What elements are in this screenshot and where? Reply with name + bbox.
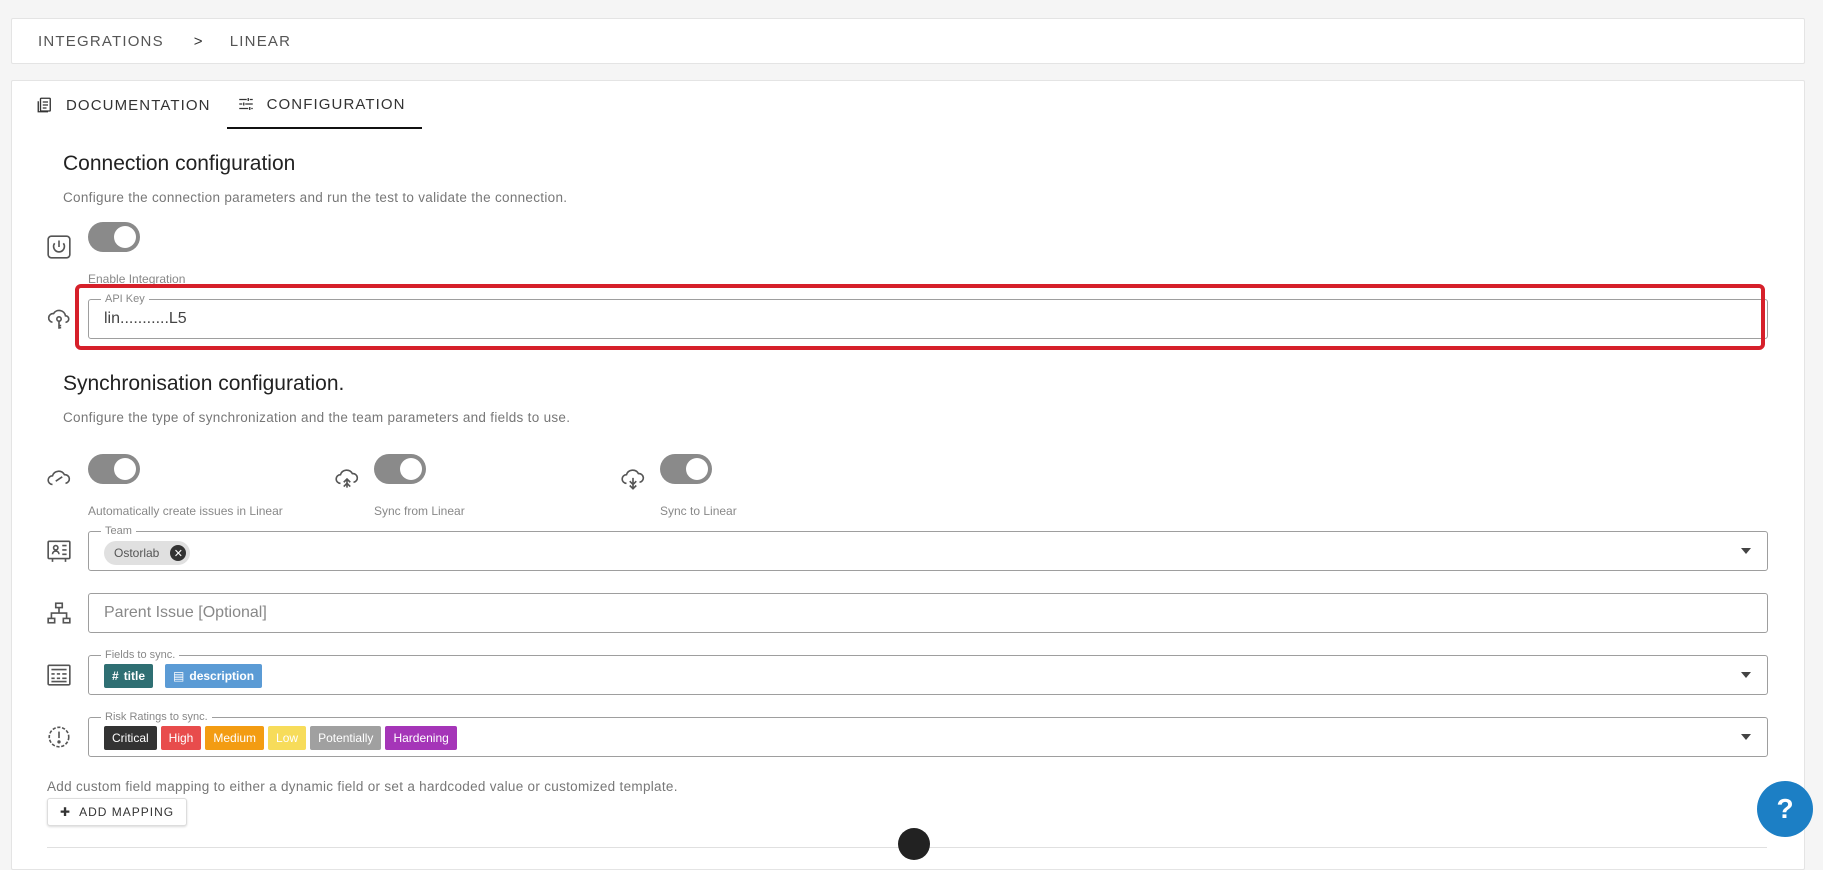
field-chip-label: title	[123, 669, 146, 683]
tab-configuration-label: CONFIGURATION	[266, 95, 406, 113]
risk-legend: Risk Ratings to sync.	[101, 710, 212, 724]
team-chip-label: Ostorlab	[114, 546, 160, 560]
sync-from-linear-toggle[interactable]	[374, 454, 426, 484]
risk-chip-critical: Critical	[104, 726, 157, 750]
fields-icon	[46, 662, 72, 688]
parent-issue-placeholder: Parent Issue [Optional]	[104, 604, 267, 621]
sliders-icon	[238, 98, 253, 110]
auto-create-label: Automatically create issues in Linear	[88, 504, 283, 518]
add-mapping-label: ADD MAPPING	[79, 805, 175, 819]
toggle-knob	[400, 458, 422, 480]
plus-icon: ✚	[60, 805, 72, 819]
tab-configuration[interactable]: CONFIGURATION	[226, 81, 422, 129]
help-label: ?	[1776, 793, 1794, 824]
risk-chip-potentially: Potentially	[310, 726, 382, 750]
help-button[interactable]: ?	[1757, 781, 1813, 837]
tab-documentation[interactable]: DOCUMENTATION	[26, 81, 227, 129]
breadcrumb-integrations-link[interactable]: INTEGRATIONS	[38, 33, 164, 50]
tab-documentation-label: DOCUMENTATION	[66, 96, 211, 114]
enable-integration-label: Enable Integration	[88, 272, 186, 286]
api-key-value: lin...........L5	[104, 310, 187, 327]
logo-icon	[898, 828, 930, 860]
risk-chip-high: High	[160, 726, 202, 750]
risk-chip-medium: Medium	[205, 726, 265, 750]
breadcrumb-current: LINEAR	[229, 32, 292, 50]
fields-to-sync-select[interactable]: Fields to sync. # title ▤ description	[88, 648, 1768, 695]
cloud-upload-icon	[334, 466, 360, 492]
cloud-download-icon	[620, 466, 646, 492]
fields-legend: Fields to sync.	[101, 648, 180, 662]
auto-create-toggle[interactable]	[88, 454, 140, 484]
cloud-link-icon	[46, 466, 72, 492]
toggle-knob	[114, 226, 136, 248]
toggle-knob	[686, 458, 708, 480]
chevron-down-icon[interactable]	[1741, 672, 1751, 678]
field-chip-description: ▤ description	[165, 664, 263, 688]
key-cloud-icon	[46, 306, 72, 332]
risk-chip-hardening: Hardening	[385, 726, 457, 750]
chevron-down-icon[interactable]	[1741, 548, 1751, 554]
sync-subtitle: Configure the type of synchronization an…	[63, 410, 571, 425]
connection-title: Connection configuration	[63, 152, 296, 175]
tab-bar: DOCUMENTATION CONFIGURATION	[26, 81, 422, 129]
sync-from-linear-label: Sync from Linear	[374, 504, 465, 518]
breadcrumb-separator: >	[193, 32, 204, 50]
text-icon: ▤	[173, 669, 185, 683]
add-mapping-button[interactable]: ✚ ADD MAPPING	[47, 798, 188, 826]
field-chip-label: description	[189, 669, 255, 683]
connection-subtitle: Configure the connection parameters and …	[63, 190, 568, 205]
toggle-knob	[114, 458, 136, 480]
breadcrumb: INTEGRATIONS > LINEAR	[11, 18, 1805, 64]
sync-to-linear-toggle[interactable]	[660, 454, 712, 484]
network-icon	[46, 600, 72, 626]
risk-chip-low: Low	[268, 726, 307, 750]
alert-icon	[46, 724, 72, 750]
chevron-down-icon[interactable]	[1741, 734, 1751, 740]
team-select[interactable]: Team Ostorlab ✕	[88, 524, 1768, 571]
sync-to-linear-label: Sync to Linear	[660, 504, 737, 518]
document-icon	[37, 97, 51, 113]
risk-ratings-select[interactable]: Risk Ratings to sync. Critical High Medi…	[88, 710, 1768, 757]
team-icon	[46, 538, 72, 564]
hash-icon: #	[112, 669, 119, 683]
field-chip-title: # title	[104, 664, 154, 688]
sync-title: Synchronisation configuration.	[63, 372, 345, 395]
team-chip: Ostorlab ✕	[104, 541, 191, 565]
api-key-field[interactable]: API Key lin...........L5	[88, 292, 1768, 339]
team-legend: Team	[101, 524, 136, 538]
api-key-legend: API Key	[101, 292, 149, 306]
close-icon[interactable]: ✕	[170, 545, 187, 561]
power-icon	[46, 234, 72, 260]
parent-issue-input[interactable]: Parent Issue [Optional]	[88, 593, 1768, 633]
mapping-hint: Add custom field mapping to either a dyn…	[47, 779, 678, 794]
enable-integration-toggle[interactable]	[88, 222, 140, 252]
